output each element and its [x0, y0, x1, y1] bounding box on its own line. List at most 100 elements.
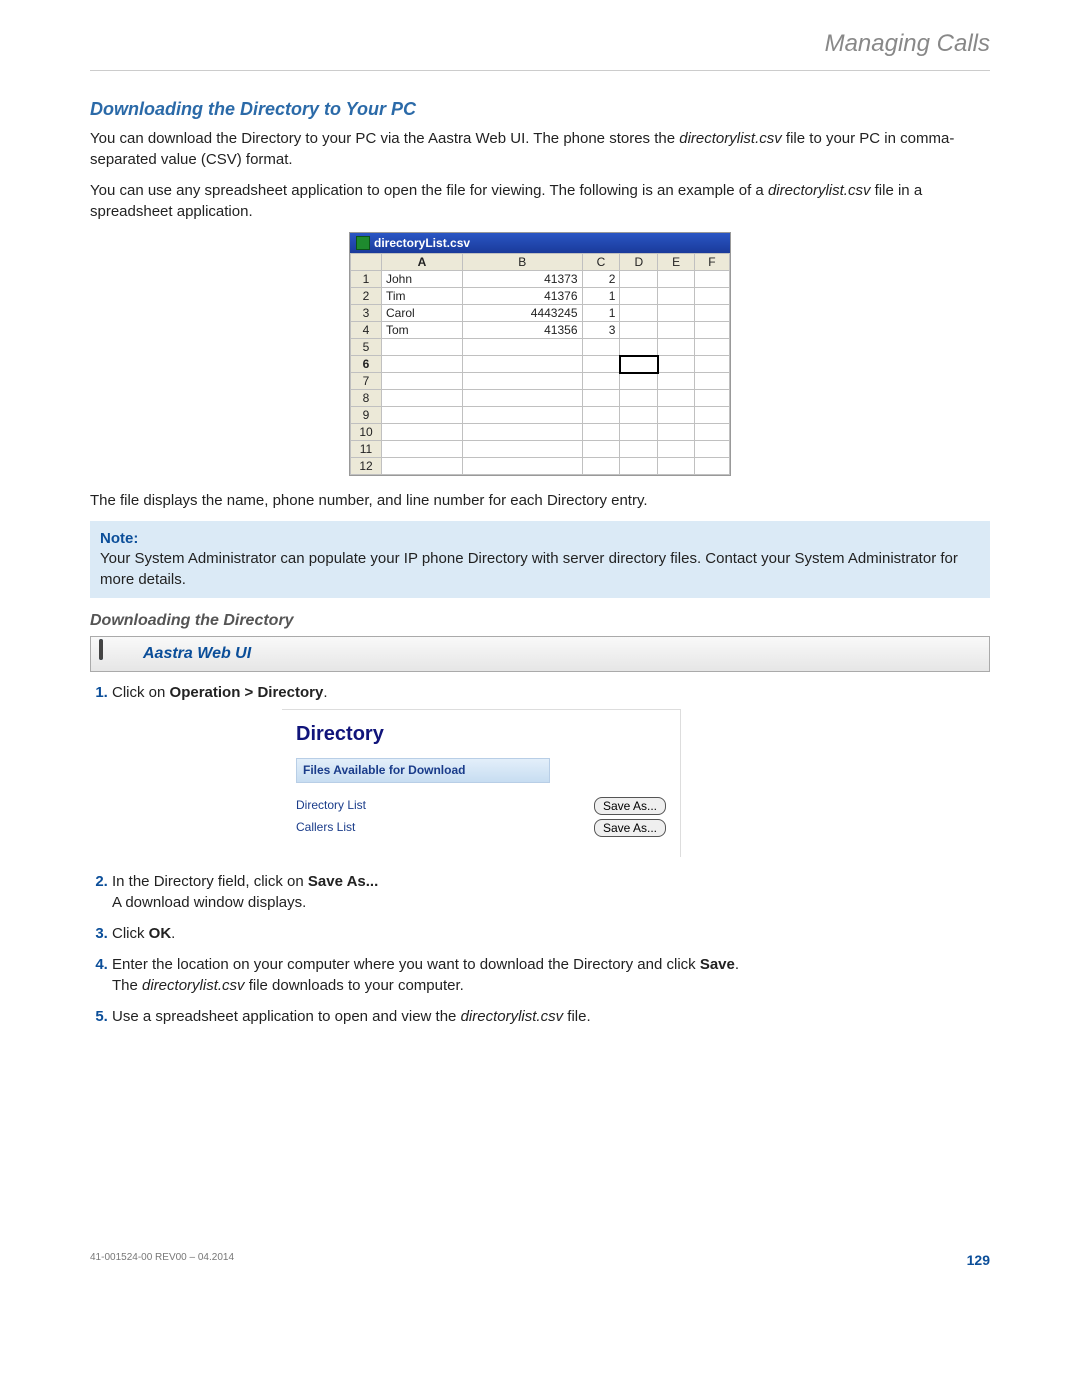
col-header: F	[694, 254, 729, 271]
filename-text: directorylist.csv	[142, 977, 245, 994]
webui-label: Aastra Web UI	[143, 645, 251, 663]
text: In the Directory field, click on	[112, 873, 308, 890]
cell	[658, 424, 695, 441]
cell	[694, 288, 729, 305]
cell	[658, 407, 695, 424]
cell	[694, 373, 729, 390]
text: Enter the location on your computer wher…	[112, 956, 700, 973]
directory-panel-figure: Directory Files Available for Download D…	[282, 709, 681, 857]
monitor-icon	[99, 641, 131, 667]
cell	[620, 271, 658, 288]
page-number: 129	[967, 1252, 990, 1268]
cell	[382, 407, 463, 424]
cell	[462, 424, 582, 441]
filename-text: directorylist.csv	[768, 182, 871, 199]
page-header-title: Managing Calls	[90, 30, 990, 71]
step-1: Click on Operation > Directory. Director…	[112, 682, 990, 857]
directory-section-header: Files Available for Download	[296, 758, 550, 783]
cell	[382, 356, 463, 373]
excel-icon	[356, 236, 370, 250]
text: Click on	[112, 684, 170, 701]
cell	[582, 356, 620, 373]
row-header: 11	[351, 441, 382, 458]
cell	[620, 288, 658, 305]
step-2: In the Directory field, click on Save As…	[112, 871, 990, 913]
note-label: Note:	[100, 529, 980, 549]
cell	[694, 441, 729, 458]
col-header: E	[658, 254, 695, 271]
cell	[620, 441, 658, 458]
cell	[462, 339, 582, 356]
after-table-paragraph: The file displays the name, phone number…	[90, 490, 990, 511]
button-label: Save	[700, 956, 735, 973]
cell	[382, 390, 463, 407]
spreadsheet-grid: A B C D E F 1 John 41373 2 2 Tim 41376 1…	[350, 253, 730, 475]
text: file downloads to your computer.	[245, 977, 464, 994]
cell	[620, 373, 658, 390]
cell	[694, 322, 729, 339]
callers-list-link[interactable]: Callers List	[296, 819, 355, 836]
cell	[658, 339, 695, 356]
step-4: Enter the location on your computer wher…	[112, 954, 990, 996]
directory-list-link[interactable]: Directory List	[296, 797, 366, 814]
section-heading-download-pc: Downloading the Directory to Your PC	[90, 99, 990, 120]
row-header: 10	[351, 424, 382, 441]
cell	[658, 288, 695, 305]
cell	[620, 339, 658, 356]
cell: 1	[582, 305, 620, 322]
footer-doc-id: 41-001524-00 REV00 – 04.2014	[90, 1252, 234, 1268]
webui-bar: Aastra Web UI	[90, 636, 990, 672]
cell: 2	[582, 271, 620, 288]
cell: 3	[582, 322, 620, 339]
cell: 4443245	[462, 305, 582, 322]
text: .	[323, 684, 327, 701]
spreadsheet-filename: directoryList.csv	[374, 236, 470, 250]
row-header: 6	[351, 356, 382, 373]
spreadsheet-figure: directoryList.csv A B C D E F 1 John 413…	[349, 232, 731, 476]
note-text: Your System Administrator can populate y…	[100, 549, 980, 590]
cell	[694, 424, 729, 441]
directory-row: Directory List Save As...	[296, 797, 666, 815]
text: You can use any spreadsheet application …	[90, 182, 768, 199]
cell: Carol	[382, 305, 463, 322]
cell	[694, 390, 729, 407]
cell	[694, 356, 729, 373]
cell	[582, 458, 620, 475]
cell	[658, 441, 695, 458]
text: Use a spreadsheet application to open an…	[112, 1008, 461, 1025]
text: Click	[112, 925, 149, 942]
cell	[382, 424, 463, 441]
row-header: 3	[351, 305, 382, 322]
cell	[582, 390, 620, 407]
row-header: 2	[351, 288, 382, 305]
saveas-button-directory[interactable]: Save As...	[594, 797, 666, 815]
note-box: Note: Your System Administrator can popu…	[90, 521, 990, 598]
row-header: 12	[351, 458, 382, 475]
row-header: 9	[351, 407, 382, 424]
cell	[694, 458, 729, 475]
page: Managing Calls Downloading the Directory…	[0, 0, 1080, 1300]
cell	[582, 441, 620, 458]
row-header: 1	[351, 271, 382, 288]
col-header: C	[582, 254, 620, 271]
button-label: Save As...	[308, 873, 378, 890]
cell	[582, 407, 620, 424]
text: The	[112, 977, 142, 994]
cell	[620, 458, 658, 475]
cell: 41356	[462, 322, 582, 339]
cell	[658, 390, 695, 407]
cell: Tim	[382, 288, 463, 305]
row-header: 5	[351, 339, 382, 356]
cell	[620, 305, 658, 322]
ui-path: Operation > Directory	[170, 684, 324, 701]
saveas-button-callers[interactable]: Save As...	[594, 819, 666, 837]
row-header: 8	[351, 390, 382, 407]
cell	[658, 458, 695, 475]
cell	[620, 407, 658, 424]
cell	[694, 407, 729, 424]
cell	[620, 390, 658, 407]
cell	[462, 458, 582, 475]
cell: Tom	[382, 322, 463, 339]
cell	[462, 356, 582, 373]
text: file.	[563, 1008, 591, 1025]
